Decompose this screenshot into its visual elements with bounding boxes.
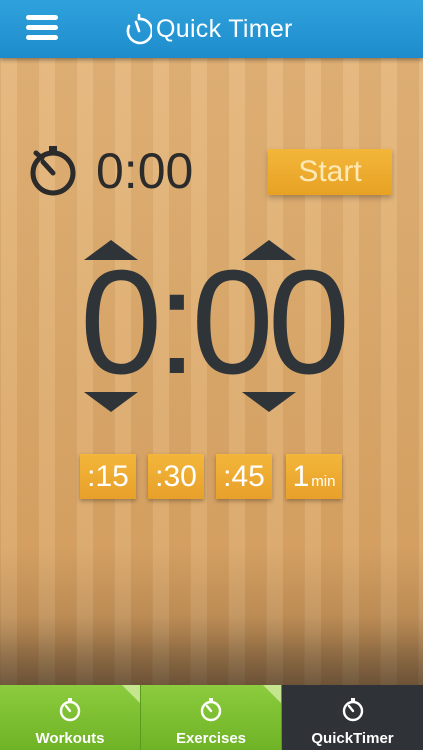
stopwatch-icon	[200, 698, 222, 722]
tab-label: QuickTimer	[311, 730, 394, 747]
stopwatch-icon	[59, 698, 81, 722]
minutes-decrease-icon[interactable]	[84, 392, 138, 412]
countdown-display: 0:00	[79, 240, 350, 405]
menu-icon[interactable]	[26, 15, 58, 41]
preset-1min-button[interactable]: 1 min	[286, 454, 342, 499]
start-button[interactable]: Start	[268, 149, 392, 195]
tab-label: Exercises	[175, 730, 247, 747]
tab-exercises[interactable]: Exercises	[141, 685, 282, 750]
app-title: Quick Timer	[156, 14, 293, 43]
elapsed-time: 0:00	[96, 143, 194, 199]
preset-30-button[interactable]: :30	[148, 454, 204, 499]
stopwatch-icon	[30, 146, 76, 196]
preset-15-button[interactable]: :15	[80, 454, 136, 499]
stopwatch-logo-icon	[126, 13, 152, 45]
tab-workouts[interactable]: Workouts	[0, 685, 141, 750]
stopwatch-icon	[342, 698, 363, 722]
seconds-decrease-icon[interactable]	[242, 392, 296, 412]
app-brand: Quick Timer	[126, 12, 293, 46]
preset-45-button[interactable]: :45	[216, 454, 272, 499]
tab-label: Workouts	[35, 730, 105, 747]
tab-quicktimer[interactable]: QuickTimer	[282, 685, 423, 750]
app-header: Quick Timer	[0, 0, 423, 58]
tab-bar: Workouts Exercises QuickTimer	[0, 685, 423, 750]
